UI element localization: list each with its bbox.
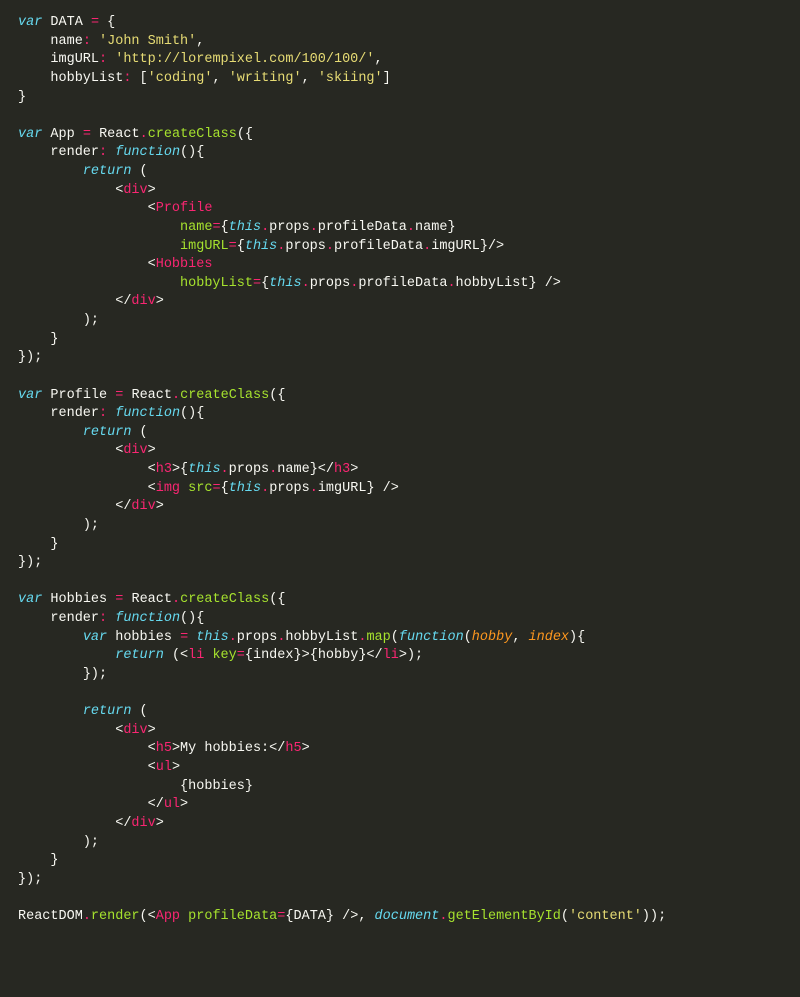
code-content: var DATA = { name: 'John Smith', imgURL:… — [18, 15, 666, 924]
code-block: var DATA = { name: 'John Smith', imgURL:… — [0, 0, 800, 997]
